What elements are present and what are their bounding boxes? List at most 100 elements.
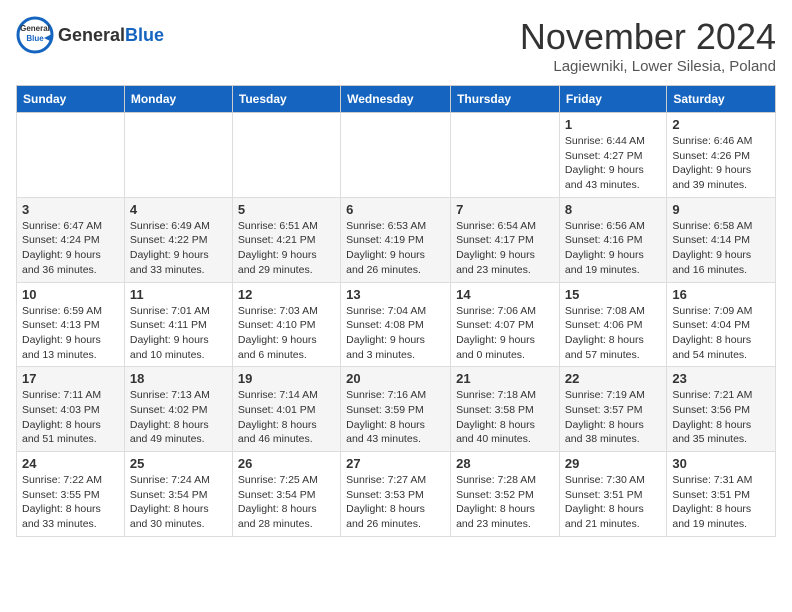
- day-cell: 6 Sunrise: 6:53 AM Sunset: 4:19 PM Daylig…: [341, 197, 451, 282]
- day-info: Sunrise: 7:27 AM Sunset: 3:53 PM Dayligh…: [346, 473, 445, 532]
- logo: General Blue GeneralBlue: [16, 16, 164, 54]
- day-cell: 20 Sunrise: 7:16 AM Sunset: 3:59 PM Dayli…: [341, 367, 451, 452]
- logo-blue: Blue: [125, 25, 164, 45]
- header-sunday: Sunday: [17, 86, 125, 113]
- day-cell: [124, 113, 232, 198]
- day-number: 9: [672, 202, 770, 217]
- day-number: 8: [565, 202, 661, 217]
- day-info: Sunrise: 7:22 AM Sunset: 3:55 PM Dayligh…: [22, 473, 119, 532]
- day-info: Sunrise: 7:11 AM Sunset: 4:03 PM Dayligh…: [22, 388, 119, 447]
- title-section: November 2024 Lagiewniki, Lower Silesia,…: [520, 16, 776, 75]
- header-thursday: Thursday: [451, 86, 560, 113]
- day-number: 22: [565, 371, 661, 386]
- day-cell: 3 Sunrise: 6:47 AM Sunset: 4:24 PM Daylig…: [17, 197, 125, 282]
- day-cell: 7 Sunrise: 6:54 AM Sunset: 4:17 PM Daylig…: [451, 197, 560, 282]
- day-info: Sunrise: 7:30 AM Sunset: 3:51 PM Dayligh…: [565, 473, 661, 532]
- day-cell: 17Sunrise: 7:11 AM Sunset: 4:03 PM Dayli…: [17, 367, 125, 452]
- day-cell: 19 Sunrise: 7:14 AM Sunset: 4:01 PM Dayli…: [232, 367, 340, 452]
- page-header: General Blue GeneralBlue November 2024 L…: [16, 16, 776, 75]
- day-number: 5: [238, 202, 335, 217]
- day-number: 20: [346, 371, 445, 386]
- day-cell: 24 Sunrise: 7:22 AM Sunset: 3:55 PM Dayli…: [17, 452, 125, 537]
- day-cell: [451, 113, 560, 198]
- header-saturday: Saturday: [667, 86, 776, 113]
- day-number: 11: [130, 287, 227, 302]
- day-cell: 22 Sunrise: 7:19 AM Sunset: 3:57 PM Dayli…: [559, 367, 666, 452]
- calendar-header-row: SundayMondayTuesdayWednesdayThursdayFrid…: [17, 86, 776, 113]
- day-number: 7: [456, 202, 554, 217]
- week-row-1: 1Sunrise: 6:44 AM Sunset: 4:27 PM Daylig…: [17, 113, 776, 198]
- day-cell: 9Sunrise: 6:58 AM Sunset: 4:14 PM Daylig…: [667, 197, 776, 282]
- day-cell: 15Sunrise: 7:08 AM Sunset: 4:06 PM Dayli…: [559, 282, 666, 367]
- day-cell: 29 Sunrise: 7:30 AM Sunset: 3:51 PM Dayli…: [559, 452, 666, 537]
- day-cell: 13 Sunrise: 7:04 AM Sunset: 4:08 PM Dayli…: [341, 282, 451, 367]
- day-info: Sunrise: 6:49 AM Sunset: 4:22 PM Dayligh…: [130, 219, 227, 278]
- day-cell: 10 Sunrise: 6:59 AM Sunset: 4:13 PM Dayli…: [17, 282, 125, 367]
- day-cell: 2Sunrise: 6:46 AM Sunset: 4:26 PM Daylig…: [667, 113, 776, 198]
- day-number: 29: [565, 456, 661, 471]
- day-info: Sunrise: 7:21 AM Sunset: 3:56 PM Dayligh…: [672, 388, 770, 447]
- day-cell: 18Sunrise: 7:13 AM Sunset: 4:02 PM Dayli…: [124, 367, 232, 452]
- header-monday: Monday: [124, 86, 232, 113]
- day-cell: 12 Sunrise: 7:03 AM Sunset: 4:10 PM Dayli…: [232, 282, 340, 367]
- day-info: Sunrise: 7:24 AM Sunset: 3:54 PM Dayligh…: [130, 473, 227, 532]
- day-info: Sunrise: 6:46 AM Sunset: 4:26 PM Dayligh…: [672, 134, 770, 193]
- day-cell: [17, 113, 125, 198]
- day-cell: 1Sunrise: 6:44 AM Sunset: 4:27 PM Daylig…: [559, 113, 666, 198]
- day-info: Sunrise: 7:19 AM Sunset: 3:57 PM Dayligh…: [565, 388, 661, 447]
- day-cell: 4 Sunrise: 6:49 AM Sunset: 4:22 PM Daylig…: [124, 197, 232, 282]
- day-cell: 28 Sunrise: 7:28 AM Sunset: 3:52 PM Dayli…: [451, 452, 560, 537]
- day-number: 3: [22, 202, 119, 217]
- day-info: Sunrise: 6:54 AM Sunset: 4:17 PM Dayligh…: [456, 219, 554, 278]
- calendar-table: SundayMondayTuesdayWednesdayThursdayFrid…: [16, 85, 776, 537]
- day-cell: 16Sunrise: 7:09 AM Sunset: 4:04 PM Dayli…: [667, 282, 776, 367]
- day-cell: 14 Sunrise: 7:06 AM Sunset: 4:07 PM Dayli…: [451, 282, 560, 367]
- day-number: 10: [22, 287, 119, 302]
- day-cell: 21Sunrise: 7:18 AM Sunset: 3:58 PM Dayli…: [451, 367, 560, 452]
- day-number: 13: [346, 287, 445, 302]
- day-info: Sunrise: 7:04 AM Sunset: 4:08 PM Dayligh…: [346, 304, 445, 363]
- day-cell: 27Sunrise: 7:27 AM Sunset: 3:53 PM Dayli…: [341, 452, 451, 537]
- svg-text:General: General: [20, 24, 50, 33]
- day-number: 4: [130, 202, 227, 217]
- day-cell: 11 Sunrise: 7:01 AM Sunset: 4:11 PM Dayli…: [124, 282, 232, 367]
- month-title: November 2024: [520, 16, 776, 58]
- day-number: 19: [238, 371, 335, 386]
- week-row-3: 10 Sunrise: 6:59 AM Sunset: 4:13 PM Dayli…: [17, 282, 776, 367]
- day-info: Sunrise: 7:06 AM Sunset: 4:07 PM Dayligh…: [456, 304, 554, 363]
- day-info: Sunrise: 6:53 AM Sunset: 4:19 PM Dayligh…: [346, 219, 445, 278]
- day-number: 21: [456, 371, 554, 386]
- day-number: 6: [346, 202, 445, 217]
- day-info: Sunrise: 7:01 AM Sunset: 4:11 PM Dayligh…: [130, 304, 227, 363]
- day-info: Sunrise: 6:47 AM Sunset: 4:24 PM Dayligh…: [22, 219, 119, 278]
- svg-text:Blue: Blue: [26, 34, 44, 43]
- day-cell: 26Sunrise: 7:25 AM Sunset: 3:54 PM Dayli…: [232, 452, 340, 537]
- logo-icon: General Blue: [16, 16, 54, 54]
- day-cell: [232, 113, 340, 198]
- day-number: 12: [238, 287, 335, 302]
- day-info: Sunrise: 6:56 AM Sunset: 4:16 PM Dayligh…: [565, 219, 661, 278]
- day-cell: 5Sunrise: 6:51 AM Sunset: 4:21 PM Daylig…: [232, 197, 340, 282]
- header-friday: Friday: [559, 86, 666, 113]
- day-number: 26: [238, 456, 335, 471]
- day-number: 25: [130, 456, 227, 471]
- day-info: Sunrise: 7:31 AM Sunset: 3:51 PM Dayligh…: [672, 473, 770, 532]
- day-number: 30: [672, 456, 770, 471]
- day-number: 14: [456, 287, 554, 302]
- day-info: Sunrise: 7:09 AM Sunset: 4:04 PM Dayligh…: [672, 304, 770, 363]
- day-cell: 30 Sunrise: 7:31 AM Sunset: 3:51 PM Dayli…: [667, 452, 776, 537]
- header-wednesday: Wednesday: [341, 86, 451, 113]
- day-info: Sunrise: 7:16 AM Sunset: 3:59 PM Dayligh…: [346, 388, 445, 447]
- day-cell: 8 Sunrise: 6:56 AM Sunset: 4:16 PM Daylig…: [559, 197, 666, 282]
- day-info: Sunrise: 7:03 AM Sunset: 4:10 PM Dayligh…: [238, 304, 335, 363]
- day-number: 28: [456, 456, 554, 471]
- day-cell: [341, 113, 451, 198]
- day-info: Sunrise: 7:14 AM Sunset: 4:01 PM Dayligh…: [238, 388, 335, 447]
- day-info: Sunrise: 6:59 AM Sunset: 4:13 PM Dayligh…: [22, 304, 119, 363]
- day-number: 24: [22, 456, 119, 471]
- day-info: Sunrise: 7:28 AM Sunset: 3:52 PM Dayligh…: [456, 473, 554, 532]
- week-row-2: 3 Sunrise: 6:47 AM Sunset: 4:24 PM Daylig…: [17, 197, 776, 282]
- logo-general: General: [58, 25, 125, 45]
- day-cell: 25 Sunrise: 7:24 AM Sunset: 3:54 PM Dayli…: [124, 452, 232, 537]
- week-row-5: 24 Sunrise: 7:22 AM Sunset: 3:55 PM Dayli…: [17, 452, 776, 537]
